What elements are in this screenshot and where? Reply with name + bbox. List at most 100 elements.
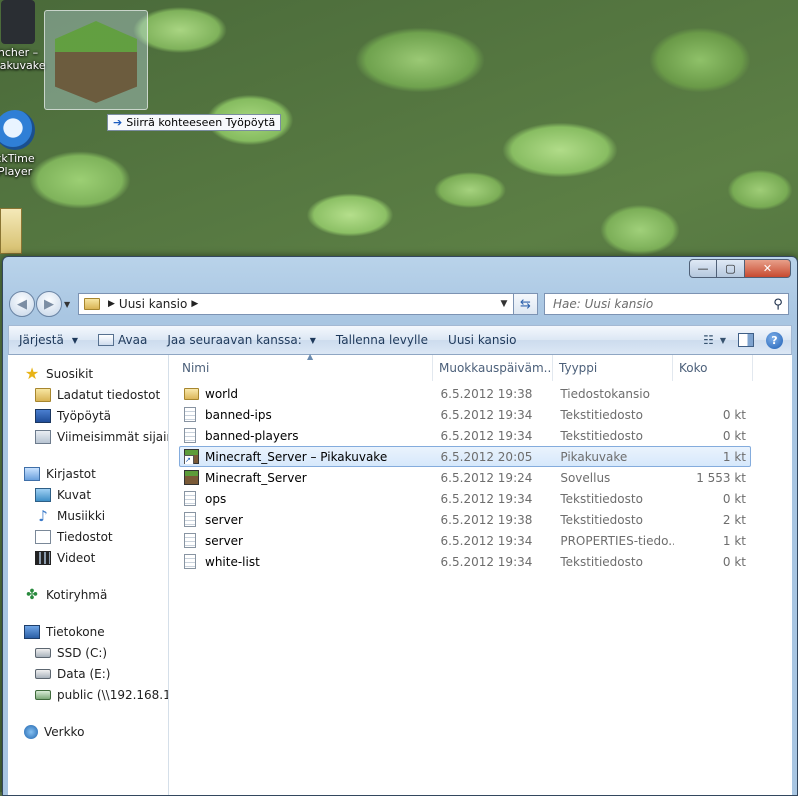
nav-downloads[interactable]: Ladatut tiedostot	[8, 384, 168, 405]
file-row[interactable]: banned-players 6.5.2012 19:34 Tekstitiedos…	[179, 425, 751, 446]
nav-drive-e[interactable]: Data (E:)	[8, 663, 168, 684]
nav-homegroup[interactable]: ✤ Kotiryhmä	[8, 584, 168, 605]
file-name-cell: server	[180, 512, 435, 527]
file-name: banned-ips	[205, 407, 272, 422]
column-header-size[interactable]: Koko	[673, 355, 753, 381]
breadcrumb-separator-icon[interactable]: ▶	[108, 299, 115, 309]
nav-label: Ladatut tiedostot	[57, 387, 161, 402]
back-button[interactable]: ◀	[9, 291, 35, 317]
desktop-shortcut-quicktime[interactable]: ckTime Player	[0, 110, 40, 178]
breadcrumb-separator-icon[interactable]: ▶	[191, 299, 198, 309]
share-with-button[interactable]: Jaa seuraavan kanssa: ▼	[157, 326, 326, 354]
nav-music[interactable]: ♪ Musiikki	[8, 505, 168, 526]
refresh-button[interactable]: ⇆	[514, 293, 538, 315]
column-header-type[interactable]: Tyyppi	[553, 355, 673, 381]
organize-button[interactable]: Järjestä ▼	[9, 326, 88, 354]
nav-libraries[interactable]: Kirjastot	[8, 463, 168, 484]
new-folder-button[interactable]: Uusi kansio	[438, 326, 526, 354]
open-window-icon	[98, 334, 115, 346]
address-dropdown-icon[interactable]: ▼	[495, 299, 513, 309]
file-row[interactable]: server 6.5.2012 19:38 Tekstitiedosto 2 kt	[179, 509, 751, 530]
file-size: 2 kt	[722, 512, 747, 527]
file-name-cell: Minecraft_Server – Pikakuvake	[180, 449, 435, 464]
nav-label: Työpöytä	[57, 408, 112, 423]
file-row[interactable]: world 6.5.2012 19:38 Tiedostokansio	[179, 383, 751, 404]
nav-videos[interactable]: Videot	[8, 547, 168, 568]
folder-icon	[184, 387, 199, 400]
network-icon	[24, 724, 38, 739]
application-icon	[184, 470, 199, 485]
file-row[interactable]: server 6.5.2012 19:34 PROPERTIES-tiedo... 1…	[179, 530, 751, 551]
breadcrumb-current[interactable]: Uusi kansio	[119, 297, 187, 311]
nav-label: public (\\192.168.100	[57, 687, 168, 702]
desktop-icon	[35, 408, 51, 423]
forward-button[interactable]: ▶	[36, 291, 62, 317]
nav-desktop[interactable]: Työpöytä	[8, 405, 168, 426]
file-row[interactable]: white-list 6.5.2012 19:34 Tekstitiedosto 0 …	[179, 551, 751, 572]
file-date: 6.5.2012 19:34	[440, 428, 533, 443]
desktop-folder-icon[interactable]	[0, 208, 22, 254]
drag-tooltip-text: Siirrä kohteeseen Työpöytä	[126, 116, 276, 129]
preview-pane-icon[interactable]	[738, 333, 754, 347]
file-name-cell: world	[180, 387, 435, 401]
drag-ghost	[44, 10, 148, 110]
open-button[interactable]: Avaa	[88, 326, 157, 354]
nav-recent-places[interactable]: Viimeisimmät sijainnit	[8, 426, 168, 447]
recent-places-icon	[35, 429, 51, 444]
chevron-down-icon: ▼	[719, 335, 726, 345]
sort-ascending-icon: ▲	[307, 352, 314, 361]
column-header-date[interactable]: Muokkauspäiväm...	[433, 355, 553, 381]
nav-network-drive[interactable]: public (\\192.168.100	[8, 684, 168, 705]
burn-button[interactable]: Tallenna levylle	[326, 326, 438, 354]
file-type: Tekstitiedosto	[560, 491, 643, 506]
recent-pages-dropdown[interactable]: ▼	[64, 300, 74, 309]
column-header-name[interactable]: Nimi	[169, 355, 433, 381]
file-list-pane: ▲ Nimi Muokkauspäiväm... Tyyppi Koko wor…	[169, 352, 792, 795]
close-button[interactable]: ✕	[745, 259, 791, 278]
file-date: 6.5.2012 19:34	[440, 491, 533, 506]
file-name: server	[205, 512, 243, 527]
nav-label: Videot	[57, 550, 96, 565]
nav-network[interactable]: Verkko	[8, 721, 168, 742]
nav-documents[interactable]: Tiedostot	[8, 526, 168, 547]
minimize-button[interactable]: —	[689, 259, 717, 278]
videos-icon	[35, 550, 51, 565]
maximize-button[interactable]: ▢	[717, 259, 745, 278]
search-input[interactable]	[553, 297, 768, 311]
nav-label: Kotiryhmä	[46, 587, 108, 602]
desktop-shortcut-launcher[interactable]: ncher – ikakuvake	[0, 0, 48, 72]
new-folder-label: Uusi kansio	[448, 333, 517, 347]
nav-label: Musiikki	[57, 508, 106, 523]
computer-icon	[24, 624, 40, 639]
folder-icon	[84, 298, 100, 310]
drag-tooltip: ➔ Siirrä kohteeseen Työpöytä	[107, 114, 282, 131]
nav-drive-c[interactable]: SSD (C:)	[8, 642, 168, 663]
file-row[interactable]: ops 6.5.2012 19:34 Tekstitiedosto 0 kt	[179, 488, 751, 509]
search-box[interactable]: ⚲	[544, 293, 789, 315]
shortcut-icon	[184, 449, 199, 464]
quicktime-icon	[0, 110, 35, 150]
nav-pictures[interactable]: Kuvat	[8, 484, 168, 505]
file-size: 0 kt	[722, 428, 747, 443]
address-bar[interactable]: ▶ Uusi kansio ▶ ▼	[78, 293, 514, 315]
homegroup-icon: ✤	[26, 586, 38, 603]
organize-label: Järjestä	[19, 333, 64, 347]
nav-favorites[interactable]: ★ Suosikit	[8, 363, 168, 384]
change-view-button[interactable]: ☷ ▼	[703, 333, 726, 347]
star-icon: ★	[24, 364, 40, 383]
file-row[interactable]: banned-ips 6.5.2012 19:34 Tekstitiedosto 0 …	[179, 404, 751, 425]
file-type: Tekstitiedosto	[560, 512, 643, 527]
file-name: world	[205, 386, 239, 401]
search-icon[interactable]: ⚲	[768, 297, 788, 312]
file-size: 0 kt	[722, 491, 747, 506]
help-icon[interactable]: ?	[766, 331, 783, 349]
file-name-cell: Minecraft_Server	[180, 470, 435, 485]
nav-computer[interactable]: Tietokone	[8, 621, 168, 642]
file-name: ops	[205, 491, 227, 506]
nav-label: Kuvat	[57, 487, 92, 502]
desktop-icon-label: ckTime Player	[0, 152, 35, 178]
file-row[interactable]: Minecraft_Server 6.5.2012 19:24 Sovellus 1 …	[179, 467, 751, 488]
file-row[interactable]: Minecraft_Server – Pikakuvake 6.5.2012 20…	[179, 446, 751, 467]
favorites-group: ★ Suosikit Ladatut tiedostot Työpöytä Vi…	[8, 363, 168, 447]
drive-icon	[35, 668, 51, 679]
